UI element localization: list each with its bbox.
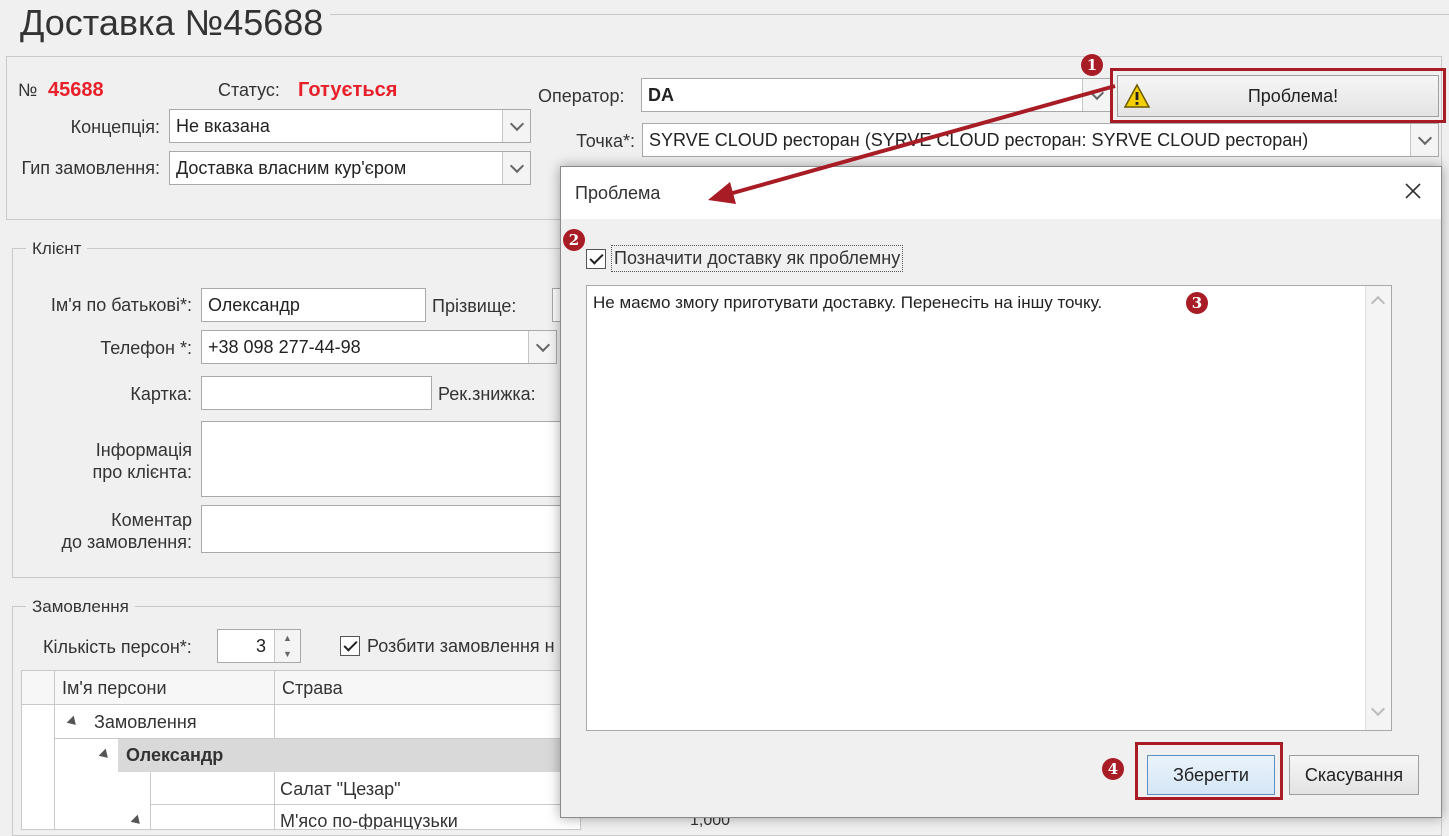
warning-icon — [1123, 83, 1151, 108]
grid-col-line — [274, 705, 275, 738]
patronymic-label: Ім'я по батькові*: — [50, 295, 192, 315]
point-dropdown-button[interactable] — [1410, 124, 1438, 156]
grid-group-label[interactable]: Замовлення — [94, 712, 197, 733]
phone-label: Телефон *: — [100, 338, 192, 358]
order-type-combo[interactable]: Доставка власним кур'єром — [169, 151, 531, 185]
persons-stepper[interactable]: 3 ▲ ▼ — [217, 629, 301, 663]
client-info-field[interactable] — [201, 421, 571, 497]
order-type-dropdown-button[interactable] — [502, 152, 530, 184]
client-info-label-1: Інформація — [95, 440, 192, 460]
dialog-header — [561, 167, 1441, 219]
collapse-icon[interactable] — [66, 715, 80, 729]
order-grid[interactable]: Ім'я персони Страва Замовлення Олександр… — [21, 670, 581, 830]
persons-label: Кількість персон*: — [43, 637, 192, 657]
grid-person-name[interactable]: Олександр — [126, 745, 223, 766]
title-divider — [330, 14, 1449, 15]
chevron-down-icon — [535, 337, 550, 352]
order-number: 45688 — [48, 79, 104, 101]
point-label: Точка*: — [576, 131, 635, 151]
status-label: Статус: — [218, 80, 280, 100]
order-legend: Замовлення — [26, 597, 135, 617]
client-info-label-2: про клієнта: — [92, 462, 192, 482]
chevron-up-icon[interactable]: ▲ — [283, 633, 292, 643]
column-header-person[interactable]: Ім'я персони — [62, 678, 167, 699]
concept-value: Не вказана — [176, 116, 270, 136]
collapse-icon[interactable] — [130, 814, 144, 828]
operator-label: Оператор: — [538, 86, 625, 106]
stepper-buttons[interactable]: ▲ ▼ — [274, 630, 300, 662]
point-value: SYRVE CLOUD ресторан (SYRVE CLOUD рестор… — [649, 130, 1309, 150]
grid-col-line — [274, 671, 275, 705]
split-order-label: Розбити замовлення н — [367, 636, 555, 656]
client-legend: Клієнт — [26, 239, 88, 259]
number-label: № — [18, 80, 38, 100]
chevron-down-icon — [1089, 85, 1104, 100]
problem-comment-text: Не маємо змогу приготувати доставку. Пер… — [593, 293, 1103, 312]
mark-problem-checkbox[interactable] — [586, 249, 606, 269]
column-header-dish[interactable]: Страва — [282, 678, 343, 699]
cancel-button-label: Скасування — [1304, 764, 1404, 785]
status-value: Готується — [298, 79, 398, 101]
concept-dropdown-button[interactable] — [502, 110, 530, 142]
comment-label-2: до замовлення: — [61, 532, 192, 552]
phone-combo[interactable]: +38 098 277-44-98 — [201, 330, 557, 364]
chevron-down-icon — [1417, 130, 1432, 145]
concept-label: Концепція: — [70, 117, 160, 137]
problem-dialog: Проблема Позначити доставку як проблемну… — [560, 166, 1442, 818]
grid-col-line — [150, 772, 151, 829]
card-label: Картка: — [130, 384, 192, 404]
order-type-label: Гип замовлення: — [21, 158, 160, 178]
check-icon — [588, 250, 604, 265]
card-field[interactable] — [201, 376, 432, 410]
scroll-down-icon[interactable] — [1370, 701, 1386, 717]
phone-dropdown-button[interactable] — [528, 331, 556, 363]
annotation-badge-4: 4 — [1102, 758, 1124, 780]
problem-comment-textarea[interactable]: Не маємо змогу приготувати доставку. Пер… — [586, 285, 1392, 731]
callout-save-button — [1135, 742, 1283, 800]
chevron-down-icon — [509, 116, 524, 131]
grid-dish[interactable]: М'ясо по-французьки — [280, 811, 458, 829]
chevron-down-icon[interactable]: ▼ — [283, 649, 292, 659]
grid-row-line — [150, 804, 580, 805]
split-order-checkbox[interactable] — [340, 636, 360, 656]
check-icon — [342, 637, 358, 652]
window-title: Доставка №45688 — [20, 2, 324, 43]
problem-button[interactable]: Проблема! — [1117, 75, 1439, 117]
patronymic-field[interactable]: Олександр — [201, 288, 426, 322]
order-comment-field[interactable] — [201, 505, 571, 553]
mark-problem-label[interactable]: Позначити доставку як проблемну — [611, 245, 904, 272]
cancel-button[interactable]: Скасування — [1289, 755, 1419, 795]
point-combo[interactable]: SYRVE CLOUD ресторан (SYRVE CLOUD рестор… — [642, 123, 1439, 157]
order-type-value: Доставка власним кур'єром — [176, 158, 407, 178]
phone-value: +38 098 277-44-98 — [208, 337, 361, 357]
concept-combo[interactable]: Не вказана — [169, 109, 531, 143]
operator-dropdown-button[interactable] — [1082, 79, 1110, 111]
grid-dish[interactable]: Салат "Цезар" — [280, 779, 401, 800]
annotation-badge-1: 1 — [1081, 54, 1103, 76]
comment-label-1: Коментар — [111, 510, 192, 530]
grid-col-line — [274, 772, 275, 829]
dialog-title: Проблема — [575, 183, 661, 203]
annotation-badge-2: 2 — [563, 229, 585, 251]
textarea-scrollbar[interactable] — [1365, 286, 1391, 730]
grid-col-line — [54, 671, 55, 829]
surname-label: Прізвище: — [432, 296, 517, 316]
chevron-down-icon — [509, 158, 524, 173]
scroll-up-icon[interactable] — [1370, 295, 1386, 311]
collapse-icon[interactable] — [98, 748, 112, 762]
operator-combo[interactable]: DA — [641, 78, 1111, 112]
annotation-badge-3: 3 — [1186, 292, 1208, 314]
problem-button-label: Проблема! — [1247, 85, 1339, 106]
discount-label: Рек.знижка: — [438, 384, 536, 404]
close-icon[interactable] — [1401, 179, 1425, 203]
operator-value: DA — [648, 85, 674, 105]
persons-value: 3 — [255, 636, 266, 656]
close-icon-glyph — [1405, 183, 1421, 199]
